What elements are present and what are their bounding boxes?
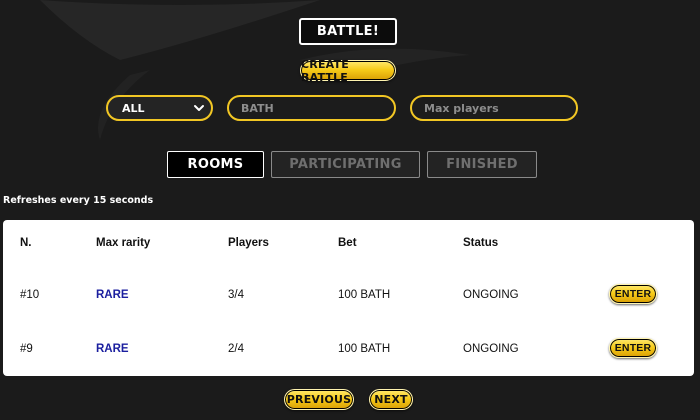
room-players: 3/4 <box>228 289 244 301</box>
refresh-note: Refreshes every 15 seconds <box>3 195 154 206</box>
enter-room-button[interactable]: ENTER <box>609 284 657 304</box>
column-header-max-rarity: Max rarity <box>96 237 151 249</box>
column-header-players: Players <box>228 237 269 249</box>
room-max-rarity: RARE <box>96 289 129 301</box>
rarity-select[interactable]: ALL <box>106 95 213 121</box>
room-status: ONGOING <box>463 343 519 355</box>
tab-finished[interactable]: FINISHED <box>427 151 537 178</box>
column-header-bet: Bet <box>338 237 357 249</box>
tab-participating[interactable]: PARTICIPATING <box>271 151 420 178</box>
tab-rooms[interactable]: ROOMS <box>167 151 264 178</box>
column-header-status: Status <box>463 237 499 249</box>
rarity-select-value: ALL <box>122 101 145 115</box>
room-number: #10 <box>20 289 40 301</box>
rooms-table: N. Max rarity Players Bet Status #10 RAR… <box>3 220 694 376</box>
bath-input[interactable]: BATH <box>227 95 396 121</box>
max-players-input[interactable]: Max players <box>410 95 578 121</box>
previous-page-button[interactable]: PREVIOUS <box>284 389 354 410</box>
page-title: BATTLE! <box>299 18 397 45</box>
room-status: ONGOING <box>463 289 519 301</box>
enter-room-button[interactable]: ENTER <box>609 338 657 358</box>
room-number: #9 <box>20 343 33 355</box>
column-header-number: N. <box>20 237 32 249</box>
room-players: 2/4 <box>228 343 244 355</box>
room-bet: 100 BATH <box>338 289 391 301</box>
room-bet: 100 BATH <box>338 343 391 355</box>
create-battle-button[interactable]: CREATE BATTLE <box>300 58 396 84</box>
next-page-button[interactable]: NEXT <box>369 389 413 410</box>
room-max-rarity: RARE <box>96 343 129 355</box>
chevron-down-icon <box>194 105 204 111</box>
